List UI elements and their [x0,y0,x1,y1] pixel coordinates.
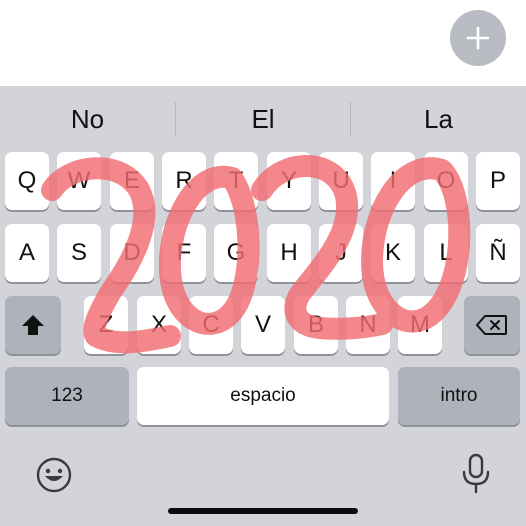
microphone-button[interactable] [458,453,494,495]
key-i[interactable]: I [371,152,415,210]
plus-icon [466,26,490,50]
key-j[interactable]: J [319,224,363,282]
microphone-icon [462,453,490,494]
key-x[interactable]: X [137,296,181,354]
key-u[interactable]: U [319,152,363,210]
key-k[interactable]: K [371,224,415,282]
shift-arrow-icon [22,315,44,335]
space-key[interactable]: espacio [137,367,389,425]
emoji-button[interactable] [34,455,74,495]
key-m[interactable]: M [398,296,442,354]
key-w[interactable]: W [57,152,101,210]
key-g[interactable]: G [214,224,258,282]
key-f[interactable]: F [162,224,206,282]
home-indicator[interactable] [168,508,358,514]
key-l[interactable]: L [424,224,468,282]
key-q[interactable]: Q [5,152,49,210]
suggestion-bar: No El La [0,86,526,152]
key-p[interactable]: P [476,152,520,210]
add-button[interactable] [450,10,506,66]
delete-key[interactable] [464,296,520,354]
key-v[interactable]: V [241,296,285,354]
shift-key[interactable] [5,296,61,354]
return-key[interactable]: intro [398,367,520,425]
suggestion-3[interactable]: La [351,86,526,152]
compose-area [0,0,526,86]
key-z[interactable]: Z [84,296,128,354]
key-h[interactable]: H [267,224,311,282]
key-y[interactable]: Y [267,152,311,210]
key-enye[interactable]: Ñ [476,224,520,282]
key-c[interactable]: C [189,296,233,354]
key-o[interactable]: O [424,152,468,210]
key-a[interactable]: A [5,224,49,282]
backspace-icon [476,315,507,335]
numbers-key[interactable]: 123 [5,367,129,425]
key-t[interactable]: T [214,152,258,210]
key-e[interactable]: E [110,152,154,210]
screen: No El La Q W E R T Y U I O P A S D F G H… [0,0,526,526]
key-n[interactable]: N [346,296,390,354]
key-b[interactable]: B [294,296,338,354]
key-r[interactable]: R [162,152,206,210]
key-d[interactable]: D [110,224,154,282]
key-s[interactable]: S [57,224,101,282]
suggestion-2[interactable]: El [176,86,350,152]
emoji-smiley-icon [36,457,72,493]
suggestion-1[interactable]: No [0,86,175,152]
